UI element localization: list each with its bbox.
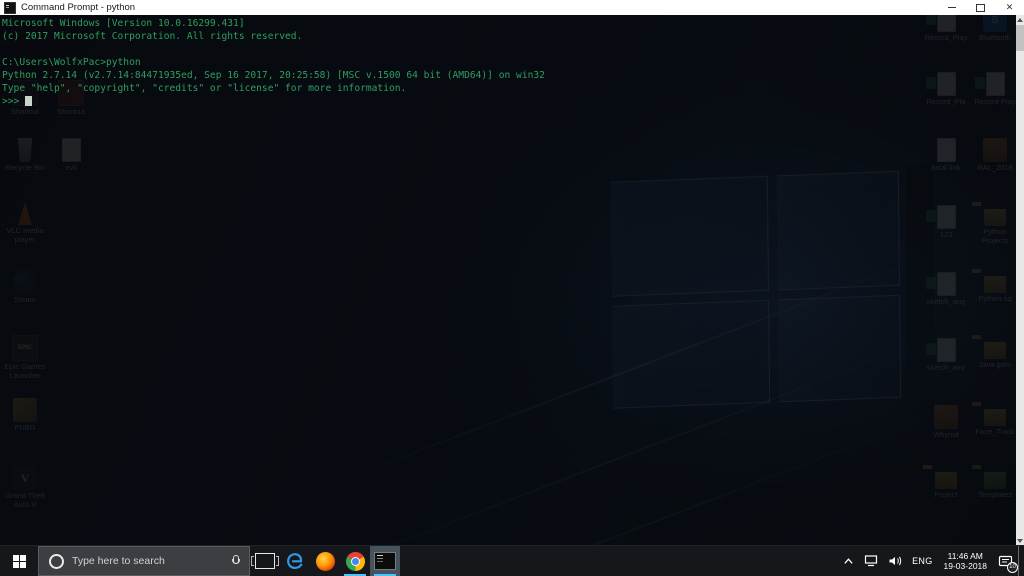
search-placeholder: Type here to search xyxy=(72,555,231,567)
ethernet-icon xyxy=(864,555,878,567)
scrollbar-thumb[interactable] xyxy=(1016,25,1024,51)
python-prompt-line: >>> xyxy=(2,95,1014,108)
console-line: (c) 2017 Microsoft Corporation. All righ… xyxy=(2,30,1014,43)
volume-button[interactable] xyxy=(883,546,907,576)
taskbar-app-chrome[interactable] xyxy=(340,546,370,576)
cortana-icon xyxy=(49,554,64,569)
edge-icon xyxy=(285,551,305,571)
console-line: Python 2.7.14 (v2.7.14:84471935ed, Sep 1… xyxy=(2,69,1014,82)
python-prompt: >>> xyxy=(2,96,19,107)
chrome-icon xyxy=(346,552,365,571)
taskbar-app-edge[interactable] xyxy=(280,546,310,576)
console-scrollbar[interactable] xyxy=(1016,15,1024,546)
taskbar-search-box[interactable]: Type here to search xyxy=(38,546,250,576)
chevron-up-icon xyxy=(843,556,854,567)
screen: Shortcut Shortcut Recycle Bin evil VLC m… xyxy=(0,0,1024,576)
console-text: Microsoft Windows [Version 10.0.16299.43… xyxy=(2,17,1014,108)
speaker-icon xyxy=(888,555,902,567)
system-tray: ENG 11:46 AM 19-03-2018 10 xyxy=(838,546,1024,576)
language-indicator[interactable]: ENG xyxy=(907,546,937,576)
start-button[interactable] xyxy=(0,546,38,576)
taskbar-app-firefox[interactable] xyxy=(310,546,340,576)
taskbar-clock[interactable]: 11:46 AM 19-03-2018 xyxy=(938,551,993,571)
window-titlebar[interactable]: Command Prompt - python ✕ xyxy=(0,0,1024,15)
window-controls: ✕ xyxy=(937,0,1024,15)
maximize-button[interactable] xyxy=(966,0,995,15)
firefox-icon xyxy=(316,552,335,571)
taskbar-app-command-prompt[interactable] xyxy=(370,546,400,576)
cmd-icon xyxy=(374,552,396,570)
microphone-icon[interactable] xyxy=(231,555,239,567)
close-button[interactable]: ✕ xyxy=(995,0,1024,15)
cmd-app-icon xyxy=(4,2,16,14)
console-line xyxy=(2,43,1014,56)
console-line: C:\Users\WolfxPac>python xyxy=(2,56,1014,69)
console-output-area[interactable]: Microsoft Windows [Version 10.0.16299.43… xyxy=(0,15,1024,546)
scroll-up-arrow-icon[interactable] xyxy=(1016,15,1024,25)
clock-time: 11:46 AM xyxy=(948,551,983,561)
show-desktop-button[interactable] xyxy=(1018,546,1024,576)
text-cursor-block xyxy=(25,96,32,106)
command-prompt-window: Command Prompt - python ✕ Microsoft Wind… xyxy=(0,0,1024,546)
action-center-button[interactable]: 10 xyxy=(993,546,1018,576)
show-hidden-icons-button[interactable] xyxy=(838,546,859,576)
notification-badge: 10 xyxy=(1007,562,1018,573)
task-view-icon xyxy=(255,553,275,569)
taskbar: Type here to search ENG 11:46 AM 19-03-2… xyxy=(0,545,1024,576)
task-view-button[interactable] xyxy=(250,546,280,576)
windows-logo-icon xyxy=(13,555,26,568)
window-title: Command Prompt - python xyxy=(21,2,135,13)
console-line: Microsoft Windows [Version 10.0.16299.43… xyxy=(2,17,1014,30)
minimize-button[interactable] xyxy=(937,0,966,15)
clock-date: 19-03-2018 xyxy=(944,561,987,571)
console-line: Type "help", "copyright", "credits" or "… xyxy=(2,82,1014,95)
network-button[interactable] xyxy=(859,546,883,576)
